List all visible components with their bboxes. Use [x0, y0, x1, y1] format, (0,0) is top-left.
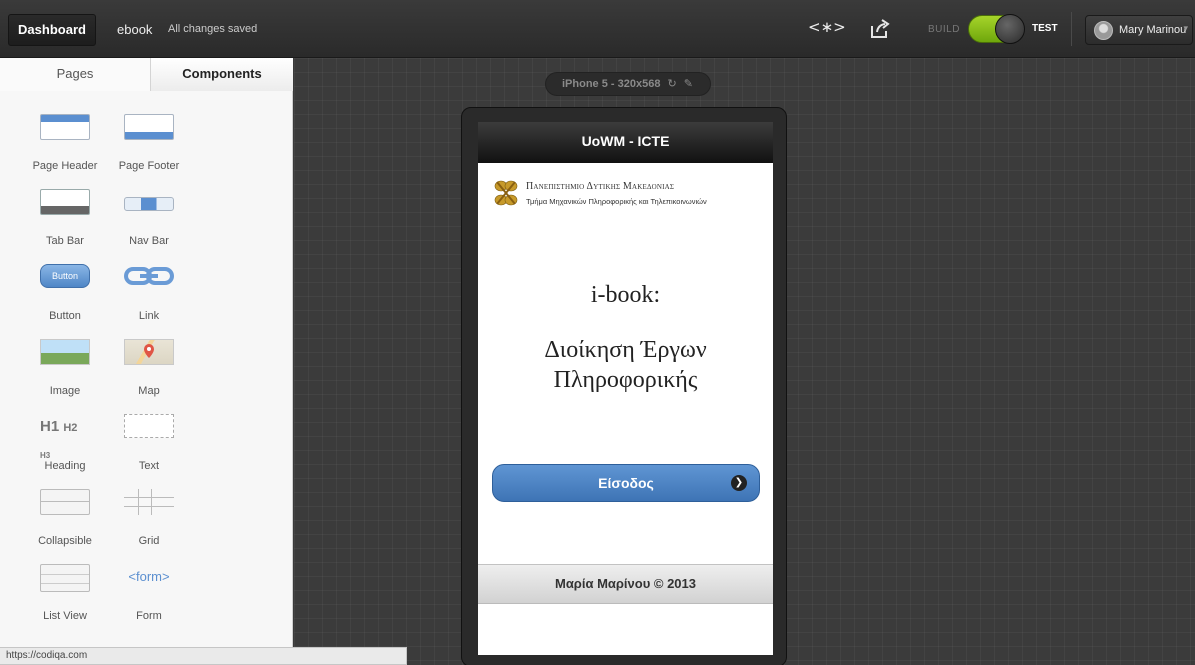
- enter-button-label: Είσοδος: [598, 475, 654, 491]
- mobile-header[interactable]: UoWM - ICTE: [478, 122, 773, 163]
- subtitle-line-2: Πληροφορικής: [553, 367, 698, 393]
- test-label[interactable]: TEST: [1032, 23, 1058, 34]
- component-tab-bar[interactable]: Tab Bar: [25, 189, 105, 259]
- build-label[interactable]: BUILD: [928, 24, 960, 35]
- component-label: Form: [136, 610, 162, 622]
- component-page-header[interactable]: Page Header: [25, 114, 105, 184]
- component-label: Nav Bar: [129, 235, 169, 247]
- design-canvas[interactable]: iPhone 5 - 320x568 ↻ ✎ UoWM - ICTE Πανεπ…: [294, 58, 1195, 665]
- component-label: Grid: [138, 535, 160, 547]
- dashboard-button[interactable]: Dashboard: [8, 14, 96, 46]
- component-label: Page Footer: [118, 160, 180, 172]
- component-label: Tab Bar: [46, 235, 84, 247]
- pencil-icon[interactable]: ✎: [684, 77, 693, 90]
- ebook-subtitle[interactable]: Διοίκηση Έργων Πληροφορικής: [478, 335, 773, 395]
- top-bar: Dashboard ebook All changes saved <∗> BU…: [0, 0, 1195, 58]
- component-list-view[interactable]: List View: [25, 564, 105, 634]
- avatar: [1094, 21, 1113, 40]
- toggle-knob[interactable]: [995, 14, 1025, 44]
- browser-status-bar: https://codiqa.com: [0, 647, 407, 665]
- save-status: All changes saved: [168, 23, 258, 35]
- component-label: List View: [43, 610, 87, 622]
- chevron-down-icon: ▾: [1183, 23, 1188, 33]
- button-icon: Button: [40, 264, 90, 288]
- project-name[interactable]: ebook: [117, 22, 152, 37]
- form-icon: <form>: [128, 569, 170, 584]
- subtitle-line-1: Διοίκηση Έργων: [544, 337, 707, 363]
- link-icon: [124, 267, 174, 285]
- component-collapsible[interactable]: Collapsible: [25, 489, 105, 559]
- component-label: Image: [49, 385, 81, 397]
- component-label: Collapsible: [38, 535, 92, 547]
- component-label: Text: [138, 460, 160, 472]
- component-link[interactable]: Link: [109, 264, 189, 334]
- rotate-icon[interactable]: ↻: [668, 77, 677, 90]
- ebook-title[interactable]: i-book:: [478, 282, 773, 309]
- map-icon: [124, 339, 174, 365]
- department-name: Τμήμα Μηχανικών Πληροφορικής και Τηλεπικ…: [526, 197, 707, 206]
- build-test-toggle[interactable]: [968, 14, 1025, 44]
- tab-pages[interactable]: Pages: [0, 58, 150, 91]
- component-nav-bar[interactable]: Nav Bar: [109, 189, 189, 259]
- code-icon[interactable]: <∗>: [808, 18, 846, 40]
- component-image[interactable]: Image: [25, 339, 105, 409]
- components-sidebar: Pages Components Page Header Page Footer…: [0, 58, 293, 665]
- component-button[interactable]: Button Button: [25, 264, 105, 334]
- collapsible-icon: [40, 489, 90, 515]
- enter-button[interactable]: Είσοδος ❯: [492, 464, 760, 502]
- share-icon[interactable]: [869, 18, 891, 40]
- image-icon: [40, 339, 90, 365]
- university-name: Πανεπιστημιο Δυτικης Μακεδονιας: [526, 181, 675, 192]
- phone-screen[interactable]: UoWM - ICTE Πανεπιστημιο Δυτικης Μακεδον…: [478, 122, 773, 655]
- component-label: Page Header: [32, 160, 98, 172]
- device-label: iPhone 5 - 320x568: [562, 78, 661, 90]
- list-view-icon: [40, 564, 90, 592]
- nav-bar-icon: [124, 197, 174, 211]
- text-icon: [124, 414, 174, 438]
- component-label: Button: [49, 310, 81, 322]
- user-name: Mary Marinou: [1119, 24, 1187, 36]
- toolbar-divider: [1071, 12, 1072, 46]
- university-logo: [494, 180, 518, 206]
- sidebar-tabs: Pages Components: [0, 58, 293, 91]
- component-form[interactable]: <form> Form: [109, 564, 189, 634]
- component-heading[interactable]: H1 H2 H3 Heading: [25, 414, 105, 484]
- tab-bar-icon: [40, 189, 90, 215]
- component-label: Heading: [44, 460, 86, 472]
- page-header-icon: [40, 114, 90, 140]
- phone-frame: UoWM - ICTE Πανεπιστημιο Δυτικης Μακεδον…: [461, 107, 787, 665]
- component-text[interactable]: Text: [109, 414, 189, 484]
- device-selector[interactable]: iPhone 5 - 320x568 ↻ ✎: [545, 72, 711, 96]
- component-map[interactable]: Map: [109, 339, 189, 409]
- user-menu-button[interactable]: Mary Marinou ▾: [1085, 15, 1193, 45]
- tab-components[interactable]: Components: [150, 58, 293, 91]
- grid-icon: [124, 489, 174, 515]
- page-footer-icon: [124, 114, 174, 140]
- component-page-footer[interactable]: Page Footer: [109, 114, 189, 184]
- heading-icon: H1 H2 H3: [40, 418, 78, 460]
- component-label: Link: [138, 310, 160, 322]
- arrow-right-icon: ❯: [731, 475, 747, 491]
- component-grid[interactable]: Grid: [109, 489, 189, 559]
- component-label: Map: [138, 385, 160, 397]
- mobile-footer[interactable]: Μαρία Μαρίνου © 2013: [478, 564, 773, 604]
